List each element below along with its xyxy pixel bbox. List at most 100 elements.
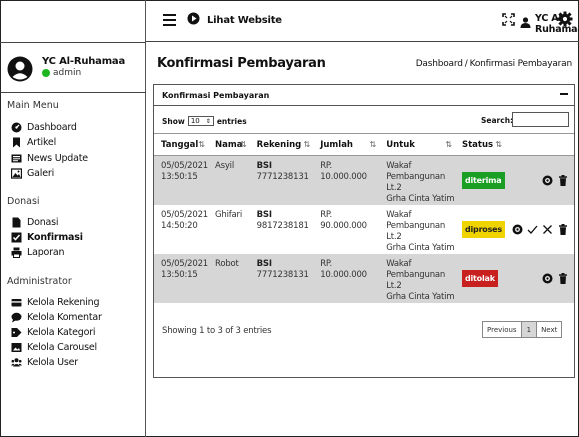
sidebar-item-artikel[interactable]: Artikel	[11, 136, 56, 148]
column-header-status[interactable]: Status ⇅	[454, 133, 505, 156]
user-profile: YC Al-Ruhamaa admin	[0, 42, 146, 93]
sidebar-item-kelola-user[interactable]: Kelola User	[11, 356, 78, 368]
section-main-menu: Main Menu	[7, 100, 59, 111]
reject-icon[interactable]	[542, 224, 553, 235]
status-badge: ditolak	[461, 270, 498, 287]
user-icon	[520, 17, 531, 31]
table-row: 05/05/2021 13:50:15 Robot BSI 7771238131 R…	[154, 254, 574, 303]
sidebar-item-label: Kelola User	[27, 356, 78, 368]
sidebar-item-label: Artikel	[27, 136, 57, 148]
breadcrumb: Dashboard / Konfirmasi Pembayaran	[416, 59, 572, 69]
sidebar-item-label: Konfirmasi	[27, 231, 83, 243]
sidebar-item-label: Kelola Kategori	[27, 326, 96, 338]
hamburger-menu-icon[interactable]	[163, 14, 176, 26]
checkbox-icon	[11, 232, 22, 243]
profile-name: YC Al-Ruhamaa	[42, 56, 126, 67]
cell-actions	[505, 205, 574, 254]
photo-icon	[11, 342, 22, 353]
document-icon	[11, 217, 22, 228]
column-header-jumlah[interactable]: Jumlah ⇅	[313, 133, 380, 156]
column-header-rekening[interactable]: Rekening ⇅	[249, 133, 314, 156]
globe-icon	[187, 12, 200, 28]
column-header-nama[interactable]: Nama ⇅	[208, 133, 250, 156]
sidebar-item-label: News Update	[27, 152, 88, 164]
sidebar-item-konfirmasi[interactable]: Konfirmasi	[11, 231, 83, 243]
sort-icon: ⇅	[369, 140, 377, 149]
view-website-link[interactable]: Lihat Website	[187, 12, 282, 28]
collapse-icon[interactable]	[560, 93, 568, 95]
page-title: Konfirmasi Pembayaran	[157, 56, 326, 71]
sidebar-item-dashboard[interactable]: Dashboard	[11, 121, 77, 133]
delete-icon[interactable]	[557, 175, 568, 186]
cell-purpose: Wakaf Pembangunan Lt.2 Grha Cinta Yatim	[386, 210, 455, 253]
sort-icon: ⇅	[445, 140, 452, 149]
sort-icon: ⇅	[239, 140, 247, 149]
sidebar-item-donasi[interactable]: Donasi	[11, 216, 59, 228]
cell-status: diterima	[454, 155, 505, 205]
delete-icon[interactable]	[557, 273, 568, 284]
confirmation-table: Tanggal ⇅ Nama ⇅ Rekening ⇅ Jumlah ⇅ Untuk ⇅ …	[154, 133, 574, 303]
newspaper-icon	[11, 153, 22, 164]
entries-label: entries	[216, 116, 247, 126]
users-icon	[11, 357, 22, 368]
wallet-icon	[11, 297, 22, 308]
cell-account: BSI 7771238131	[249, 155, 314, 205]
delete-icon[interactable]	[557, 224, 568, 235]
sidebar-brand	[0, 0, 146, 42]
pagination: Previous 1 Next	[482, 321, 563, 338]
view-icon[interactable]	[542, 273, 553, 284]
sort-icon: ⇅	[303, 140, 311, 149]
cell-name: Asyil	[208, 155, 250, 205]
column-header-tanggal[interactable]: Tanggal ⇅	[154, 133, 208, 156]
table-row: 05/05/2021 13:50:15 Asyil BSI 7771238131 R…	[154, 155, 574, 205]
view-icon[interactable]	[542, 175, 553, 186]
cell-amount: RP. 10.000.000	[313, 155, 380, 205]
view-website-label: Lihat Website	[207, 14, 282, 26]
sidebar-item-label: Laporan	[27, 246, 65, 258]
sidebar-item-label: Dashboard	[27, 121, 77, 133]
show-label: Show	[162, 116, 185, 126]
sidebar-item-label: Kelola Komentar	[27, 311, 102, 323]
cell-date: 05/05/2021 13:50:15	[154, 254, 208, 303]
sidebar-item-kelola-komentar[interactable]: Kelola Komentar	[11, 311, 102, 323]
tag-icon	[11, 327, 22, 338]
cell-account: BSI 9817238181	[256, 210, 309, 231]
cell-date: 05/05/2021 13:50:15	[154, 155, 208, 205]
fullscreen-icon[interactable]	[502, 13, 515, 26]
pagination-previous[interactable]: Previous	[483, 322, 521, 337]
sidebar-item-laporan[interactable]: Laporan	[11, 246, 65, 258]
entries-select[interactable]: 10 ⇕	[187, 116, 214, 126]
select-arrows-icon: ⇕	[205, 117, 211, 125]
sidebar-item-kelola-kategori[interactable]: Kelola Kategori	[11, 326, 96, 338]
sidebar-item-kelola-carousel[interactable]: Kelola Carousel	[11, 341, 97, 353]
cell-name: Ghifari	[215, 210, 242, 220]
entries-select-value: 10	[190, 117, 200, 125]
column-header-untuk[interactable]: Untuk ⇅	[379, 133, 455, 156]
section-administrator: Administrator	[7, 276, 72, 287]
approve-icon[interactable]	[527, 224, 538, 235]
profile-role-label: admin	[53, 68, 82, 78]
search-label: Search:	[481, 116, 514, 125]
breadcrumb-current: Konfirmasi Pembayaran	[469, 59, 573, 69]
pagination-page-1[interactable]: 1	[520, 322, 538, 337]
sidebar-item-galeri[interactable]: Galeri	[11, 167, 54, 179]
sidebar-item-kelola-rekening[interactable]: Kelola Rekening	[11, 296, 99, 308]
dashboard-icon	[11, 122, 22, 133]
cell-purpose: Wakaf Pembangunan Lt.2 Grha Cinta Yatim	[379, 155, 455, 205]
cell-amount: RP. 90.000.000	[320, 210, 367, 231]
pagination-next[interactable]: Next	[537, 322, 561, 337]
breadcrumb-home[interactable]: Dashboard	[416, 59, 463, 69]
sort-icon: ⇅	[495, 140, 502, 149]
gear-icon[interactable]	[557, 11, 573, 27]
cell-status: ditolak	[454, 254, 505, 303]
profile-role: admin	[42, 68, 81, 78]
search-input[interactable]	[512, 112, 569, 127]
cell-actions	[504, 155, 574, 205]
cell-amount: RP. 10.000.000	[313, 254, 380, 303]
cell-date: 05/05/2021 14:50:20	[161, 210, 208, 231]
view-icon[interactable]	[512, 224, 523, 235]
avatar-icon	[7, 56, 33, 82]
sidebar-item-news-update[interactable]: News Update	[11, 152, 88, 164]
comment-icon	[11, 312, 22, 323]
print-icon	[11, 247, 22, 258]
